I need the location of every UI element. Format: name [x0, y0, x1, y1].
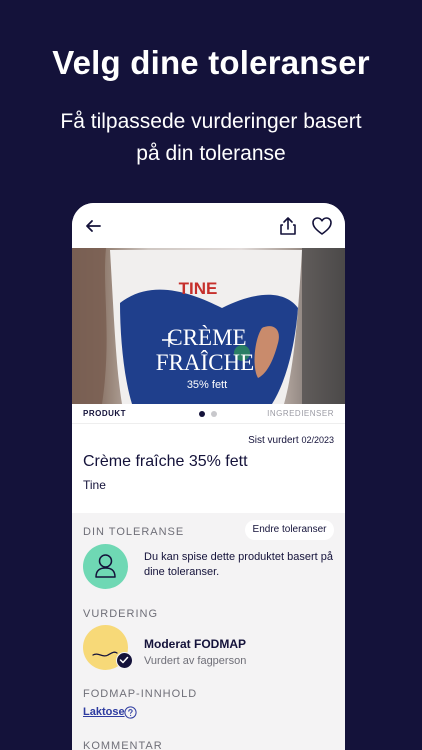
- tolerance-avatar: [83, 544, 128, 589]
- arrow-left-icon: [86, 220, 101, 232]
- package-text-1: CRÈME: [167, 325, 246, 350]
- package-text-2: FRAÎCHE: [156, 350, 254, 375]
- comment-title: KOMMENTAR: [83, 740, 163, 750]
- share-icon: [280, 217, 296, 235]
- rating-title: VURDERING: [83, 608, 159, 620]
- screen: Velg dine toleranser Få tilpassede vurde…: [0, 0, 422, 750]
- last-rated-date: 02/2023: [301, 435, 334, 445]
- fodmap-title: FODMAP-INNHOLD: [83, 688, 198, 700]
- share-button[interactable]: [276, 214, 300, 238]
- product-brand: Tine: [83, 478, 106, 492]
- last-rated-label: Sist vurdert: [248, 435, 299, 446]
- product-info: Sist vurdert 02/2023 Crème fraîche 35% f…: [72, 424, 345, 513]
- favorite-button[interactable]: [310, 214, 334, 238]
- product-photo: TINE CRÈME FRAÎCHE 35% fett: [72, 248, 345, 404]
- package-fat-text: 35% fett: [187, 379, 227, 391]
- edit-tolerances-button[interactable]: Endre toleranser: [245, 520, 334, 540]
- pager-dot-active: [199, 411, 205, 417]
- top-bar: [72, 203, 345, 248]
- verified-badge: [116, 652, 133, 669]
- checkmark-icon: [119, 656, 129, 664]
- product-name: Crème fraîche 35% fett: [83, 453, 248, 470]
- rating-name: Moderat FODMAP: [144, 637, 246, 651]
- help-button[interactable]: [124, 706, 137, 719]
- tab-product[interactable]: PRODUKT: [83, 409, 126, 418]
- heart-icon: [312, 217, 332, 235]
- tab-ingredients[interactable]: INGREDIENSER: [267, 409, 334, 418]
- tolerance-text: Du kan spise dette produktet basert på d…: [144, 551, 333, 578]
- question-circle-icon: [124, 706, 137, 719]
- tolerance-title: DIN TOLERANSE: [83, 526, 185, 538]
- subheadline: Få tilpassede vurderinger basert på din …: [60, 110, 362, 165]
- details-panel: DIN TOLERANSE Endre toleranser Du kan sp…: [72, 513, 345, 750]
- pager-dot: [211, 411, 217, 417]
- phone-mockup: TINE CRÈME FRAÎCHE 35% fett PRODUKT INGR…: [72, 203, 345, 750]
- back-button[interactable]: [81, 214, 105, 238]
- person-icon: [95, 554, 116, 578]
- headline: Velg dine toleranser: [52, 44, 370, 81]
- rating-subtitle: Vurdert av fagperson: [144, 655, 247, 667]
- image-tabs: PRODUKT INGREDIENSER: [72, 404, 345, 424]
- last-rated: Sist vurdert 02/2023: [248, 435, 334, 446]
- lactose-link[interactable]: Laktose: [83, 706, 125, 718]
- brand-logo-text: TINE: [179, 279, 218, 298]
